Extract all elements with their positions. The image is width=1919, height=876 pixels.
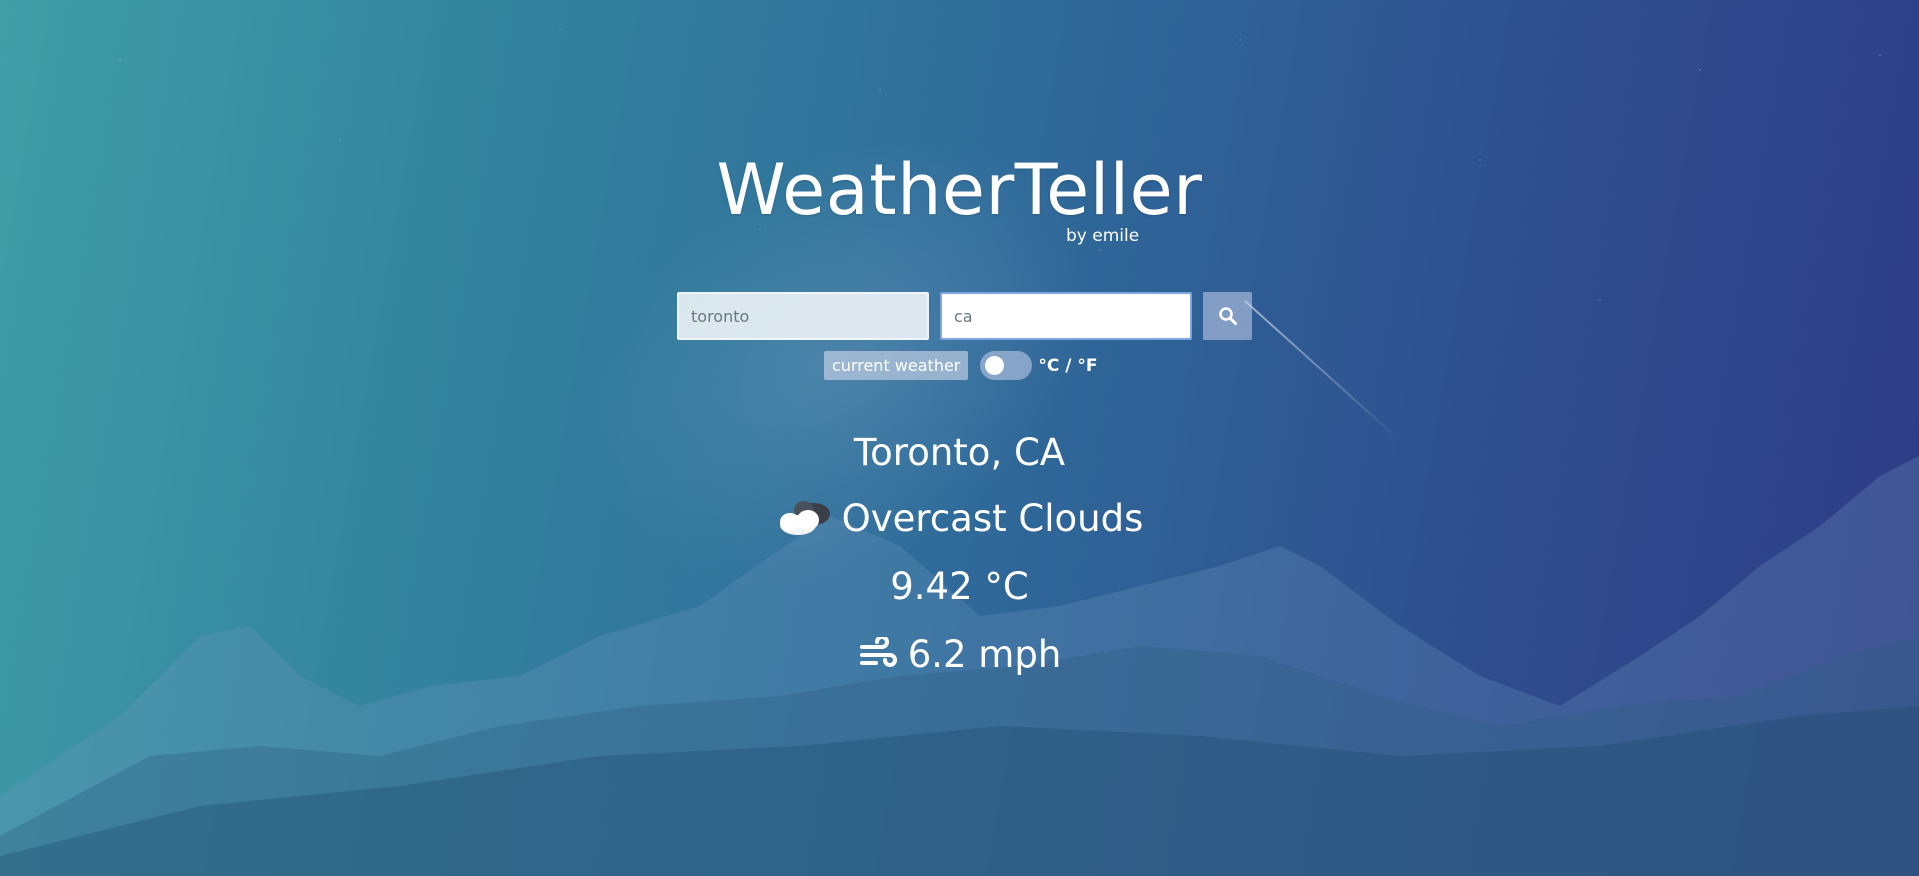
weather-results: Toronto, CA Overcast Clouds 9.42 °C 6.2 … xyxy=(0,426,1919,680)
shooting-star xyxy=(1244,300,1402,443)
temperature-text: 9.42 °C xyxy=(890,564,1029,608)
search-form xyxy=(677,292,1252,340)
header: WeatherTeller by emile xyxy=(0,149,1919,246)
temperature-line: 9.42 °C xyxy=(0,560,1919,612)
condition-line: Overcast Clouds xyxy=(0,492,1919,544)
wind-icon xyxy=(859,637,897,667)
condition-text: Overcast Clouds xyxy=(841,496,1144,540)
unit-toggle-label: °C / °F xyxy=(1038,355,1098,376)
search-icon xyxy=(1218,307,1237,325)
search-button[interactable] xyxy=(1203,292,1252,340)
location-line: Toronto, CA xyxy=(0,426,1919,478)
cloud-icon xyxy=(779,501,830,535)
current-weather-button[interactable]: current weather xyxy=(824,351,969,380)
app-byline: by emile xyxy=(1066,226,1140,246)
country-input[interactable] xyxy=(940,292,1192,340)
wind-text: 6.2 mph xyxy=(907,632,1062,676)
toggle-knob xyxy=(985,356,1005,375)
options-row: current weather °C / °F xyxy=(824,351,1098,380)
city-input[interactable] xyxy=(677,292,929,340)
wind-line: 6.2 mph xyxy=(0,628,1919,680)
app-title: WeatherTeller xyxy=(716,149,1203,231)
location-text: Toronto, CA xyxy=(853,430,1066,474)
unit-toggle[interactable] xyxy=(980,351,1033,380)
